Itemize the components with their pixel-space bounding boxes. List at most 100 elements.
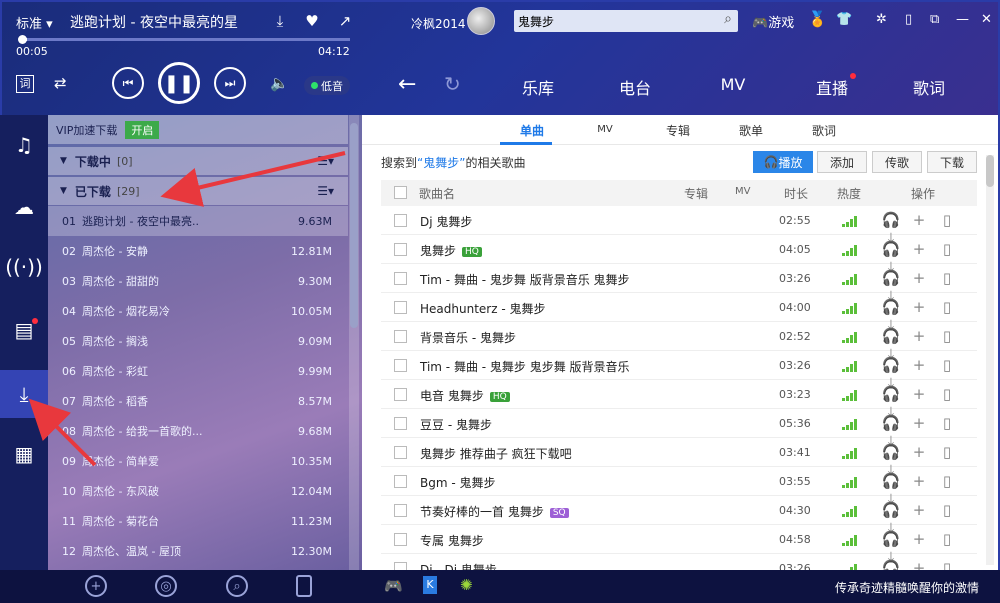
row-checkbox[interactable]	[394, 446, 407, 459]
vip-enable-button[interactable]: 开启	[125, 120, 160, 139]
cloud-icon[interactable]: ☁	[0, 195, 48, 219]
table-row[interactable]: 背景音乐 - 鬼舞步 02:52 🎧 + ▯⤓	[381, 322, 977, 363]
row-checkbox[interactable]	[394, 301, 407, 314]
lyrics-toggle[interactable]: 词	[16, 75, 34, 93]
sound-mode-toggle[interactable]: 低音	[304, 76, 350, 95]
search-box[interactable]: ⌕	[514, 10, 738, 32]
settings-gear-icon[interactable]: ✲	[876, 12, 887, 27]
listen-icon[interactable]: 🎧	[877, 298, 905, 316]
progress-knob[interactable]	[18, 35, 27, 44]
listen-icon[interactable]: 🎧	[877, 501, 905, 519]
tab-albums[interactable]: 专辑	[648, 122, 708, 139]
search-input[interactable]	[514, 11, 704, 31]
song-title[interactable]: 节奏好棒的一首 鬼舞步 SQ	[420, 503, 569, 520]
favorite-heart-icon[interactable]: ♥	[303, 12, 321, 30]
loop-mode-icon[interactable]: ⇄	[54, 74, 67, 92]
radio-antenna-icon[interactable]: ((·))	[0, 255, 48, 279]
row-checkbox[interactable]	[394, 330, 407, 343]
table-row[interactable]: Tim - 舞曲 - 鬼步舞 版背景音乐 鬼舞步 03:26 🎧 + ▯⤓	[381, 264, 977, 305]
table-row[interactable]: 鬼舞步 推荐曲子 疯狂下载吧 03:41 🎧 + ▯⤓	[381, 438, 977, 479]
quality-selector[interactable]: 标准 ▾	[16, 13, 53, 32]
add-icon[interactable]: +	[905, 327, 933, 345]
download-button[interactable]: 下载	[927, 151, 977, 173]
row-checkbox[interactable]	[394, 417, 407, 430]
select-all-checkbox[interactable]	[394, 186, 407, 199]
gamepad-icon[interactable]: 🎮	[384, 577, 403, 595]
list-item[interactable]: 10 周杰伦 - 东风破 12.04M	[48, 476, 348, 506]
add-button[interactable]: 添加	[817, 151, 867, 173]
table-row[interactable]: Dj 鬼舞步 02:55 🎧 + ▯⤓	[381, 206, 977, 247]
song-title[interactable]: Headhunterz - 鬼舞步	[420, 300, 545, 317]
video-list-icon[interactable]: ▤	[0, 318, 48, 342]
mobile-send-icon[interactable]: ▯	[933, 298, 961, 316]
tab-lyrics[interactable]: 歌词	[894, 75, 964, 99]
plugin-icon[interactable]: ✺	[460, 576, 473, 594]
row-checkbox[interactable]	[394, 475, 407, 488]
listen-icon[interactable]: 🎧	[877, 443, 905, 461]
list-item[interactable]: 07 周杰伦 - 稻香 8.57M	[48, 386, 348, 416]
table-row[interactable]: Bgm - 鬼舞步 03:55 🎧 + ▯⤓	[381, 467, 977, 508]
mobile-send-icon[interactable]: ▯	[933, 269, 961, 287]
list-item[interactable]: 05 周杰伦 - 搁浅 9.09M	[48, 326, 348, 356]
list-item[interactable]: 03 周杰伦 - 甜甜的 9.30M	[48, 266, 348, 296]
tab-library[interactable]: 乐库	[503, 75, 573, 99]
tab-singles[interactable]: 单曲	[502, 122, 562, 139]
vip-medal-icon[interactable]: 🏅	[808, 10, 827, 28]
add-icon[interactable]: +	[905, 385, 933, 403]
mini-mode-icon[interactable]: ⧉	[930, 12, 939, 27]
phone-icon[interactable]	[296, 575, 312, 597]
share-icon[interactable]: ↗	[336, 12, 354, 30]
table-row[interactable]: 电音 鬼舞步 HQ 03:23 🎧 + ▯⤓	[381, 380, 977, 421]
song-title[interactable]: 专属 鬼舞步	[420, 532, 484, 549]
search-icon[interactable]: ⌕	[724, 11, 732, 27]
mobile-send-icon[interactable]: ▯	[933, 472, 961, 490]
add-icon[interactable]: +	[905, 414, 933, 432]
send-song-button[interactable]: 传歌	[872, 151, 922, 173]
group-downloaded[interactable]: ▼ 已下载 [29] ☰▾	[48, 177, 348, 205]
row-checkbox[interactable]	[394, 533, 407, 546]
tab-result-lyrics[interactable]: 歌词	[794, 122, 854, 139]
table-row[interactable]: 节奏好棒的一首 鬼舞步 SQ 04:30 🎧 + ▯⤓	[381, 496, 977, 537]
mobile-send-icon[interactable]: ▯	[933, 443, 961, 461]
mobile-send-icon[interactable]: ▯	[933, 240, 961, 258]
skin-shirt-icon[interactable]: 👕	[836, 12, 852, 27]
mobile-send-icon[interactable]: ▯	[933, 414, 961, 432]
minimize-icon[interactable]: —	[956, 12, 969, 27]
listen-icon[interactable]: 🎧	[877, 472, 905, 490]
game-button[interactable]: 🎮游戏	[752, 12, 794, 31]
listen-icon[interactable]: 🎧	[877, 530, 905, 548]
listen-icon[interactable]: 🎧	[877, 356, 905, 374]
table-row[interactable]: 鬼舞步 HQ 04:05 🎧 + ▯⤓	[381, 235, 977, 276]
list-item[interactable]: 09 周杰伦 - 简单爱 10.35M	[48, 446, 348, 476]
listen-icon[interactable]: 🎧	[877, 327, 905, 345]
list-item[interactable]: 08 周杰伦 - 给我一首歌的... 9.68M	[48, 416, 348, 446]
list-item[interactable]: 06 周杰伦 - 彩虹 9.99M	[48, 356, 348, 386]
mobile-send-icon[interactable]: ▯	[933, 385, 961, 403]
apps-grid-icon[interactable]: ▦	[0, 442, 48, 466]
table-row[interactable]: 豆豆 - 鬼舞步 05:36 🎧 + ▯⤓	[381, 409, 977, 450]
listen-icon[interactable]: 🎧	[877, 269, 905, 287]
tab-playlists[interactable]: 歌单	[721, 122, 781, 139]
add-icon[interactable]: +	[905, 211, 933, 229]
download-song-icon[interactable]: ⤓	[271, 12, 289, 30]
next-button[interactable]: ⏭	[214, 67, 246, 99]
row-checkbox[interactable]	[394, 359, 407, 372]
progress-bar[interactable]	[20, 38, 350, 41]
mobile-send-icon[interactable]: ▯	[933, 211, 961, 229]
back-arrow-icon[interactable]: ←	[398, 72, 416, 97]
mobile-send-icon[interactable]: ▯	[933, 530, 961, 548]
add-icon[interactable]: +	[905, 501, 933, 519]
song-title[interactable]: 背景音乐 - 鬼舞步	[420, 329, 516, 346]
results-scroll-thumb[interactable]	[986, 155, 994, 187]
mobile-send-icon[interactable]: ▯	[933, 356, 961, 374]
mobile-send-icon[interactable]: ▯	[933, 501, 961, 519]
add-icon[interactable]: +	[905, 530, 933, 548]
previous-button[interactable]: ⏮	[112, 67, 144, 99]
mobile-icon[interactable]: ▯	[905, 12, 912, 27]
row-checkbox[interactable]	[394, 388, 407, 401]
song-title[interactable]: Tim - 舞曲 - 鬼步舞 版背景音乐 鬼舞步	[420, 271, 630, 288]
download-tray-icon[interactable]: ⤓	[0, 370, 48, 418]
add-icon[interactable]: +	[905, 269, 933, 287]
row-checkbox[interactable]	[394, 214, 407, 227]
list-item[interactable]: 11 周杰伦 - 菊花台 11.23M	[48, 506, 348, 536]
